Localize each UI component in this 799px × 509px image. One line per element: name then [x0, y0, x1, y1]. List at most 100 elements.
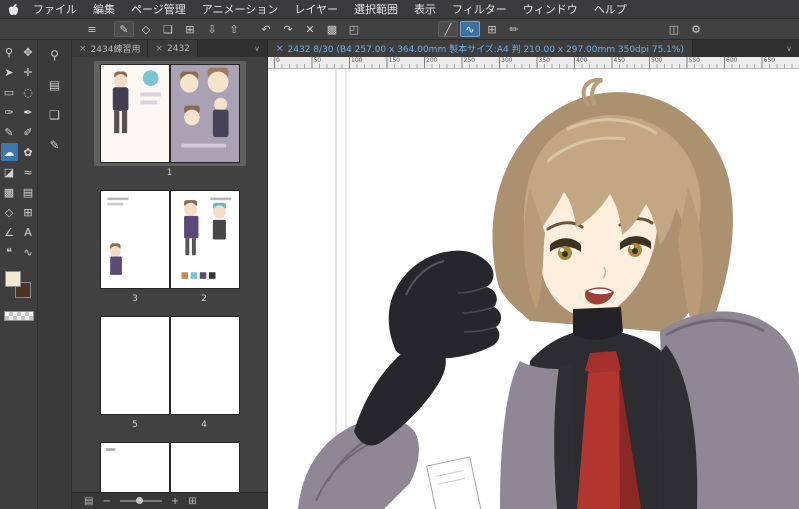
- pen-tool-icon[interactable]: ✒: [20, 103, 37, 121]
- delete-icon[interactable]: ✕: [300, 21, 320, 37]
- material-panel-icon[interactable]: ◫: [664, 21, 684, 37]
- page-spread-item[interactable]: 1: [72, 61, 267, 179]
- move-view-tool-icon[interactable]: ✥: [20, 43, 37, 61]
- menubar-item[interactable]: フィルター: [444, 1, 515, 17]
- chevron-down-icon[interactable]: ∨: [779, 44, 799, 53]
- redo-icon[interactable]: ↷: [278, 21, 298, 37]
- close-tab-icon[interactable]: ×: [79, 44, 87, 54]
- eyedropper-tool-icon[interactable]: ✑: [1, 103, 18, 121]
- page-spread-item[interactable]: [72, 439, 267, 492]
- airbrush-tool-icon[interactable]: ☁: [0, 143, 18, 161]
- thumb-zoom-out-icon[interactable]: −: [102, 496, 110, 507]
- selection-tool-icon[interactable]: ▭: [1, 83, 18, 101]
- page-thumbnail[interactable]: [99, 316, 170, 415]
- brush-tool-icon[interactable]: ✐: [20, 123, 37, 141]
- menubar-item[interactable]: ヘルプ: [586, 1, 635, 17]
- fill-tool-icon[interactable]: ▩: [1, 183, 18, 201]
- spread-view-icon[interactable]: ⊞: [188, 496, 196, 507]
- frame-border-tool-icon[interactable]: ⊞: [20, 203, 37, 221]
- page-number-label: 3: [132, 294, 138, 304]
- eraser-tool-icon[interactable]: ◪: [1, 163, 18, 181]
- close-tab-icon[interactable]: ×: [155, 44, 163, 54]
- page-thumbnail[interactable]: [169, 442, 240, 492]
- page-thumbnail[interactable]: [169, 64, 240, 163]
- ruler-label: 400: [576, 57, 588, 64]
- move-layer-tool-icon[interactable]: ✛: [20, 63, 37, 81]
- page-thumbnail[interactable]: [99, 442, 170, 492]
- menubar-item[interactable]: ページ管理: [123, 1, 194, 17]
- page-spread-item[interactable]: 32: [72, 187, 267, 305]
- import-page-icon[interactable]: ⇩: [202, 21, 222, 37]
- horizontal-ruler[interactable]: 0 50 100 150 200 250 300 350 400 450 500 550 600 650: [268, 57, 799, 69]
- export-page-icon[interactable]: ⇧: [224, 21, 244, 37]
- thumbnail-size-slider[interactable]: [119, 497, 162, 504]
- main-menu-icon[interactable]: ≡: [82, 21, 102, 37]
- transform-icon[interactable]: ◰: [344, 21, 364, 37]
- page-spread-item[interactable]: 54: [72, 313, 267, 431]
- balloon-tool-icon[interactable]: ❝: [1, 243, 18, 261]
- ruler-tool-icon[interactable]: ∠: [1, 223, 18, 241]
- menubar-item[interactable]: 選択範囲: [346, 1, 406, 17]
- page-panel-tab[interactable]: × 2434練習用: [72, 40, 149, 57]
- page-thumbnail[interactable]: [169, 190, 240, 289]
- ruler-label: 250: [463, 57, 475, 64]
- operation-tool-icon[interactable]: ➤: [1, 63, 18, 81]
- edit-page-icon[interactable]: ✎: [114, 21, 134, 37]
- artwork-illustration: [268, 69, 799, 509]
- ruler-label: 200: [426, 57, 438, 64]
- sub-tool-panel-icon[interactable]: ▤: [44, 76, 66, 94]
- page-number-label: 4: [201, 420, 207, 430]
- page-spread: [99, 190, 240, 289]
- close-tab-icon[interactable]: ×: [276, 44, 284, 54]
- page-thumbnail[interactable]: [169, 316, 240, 415]
- brush-settings-icon[interactable]: ✎: [44, 136, 66, 154]
- ruler-label: 300: [501, 57, 513, 64]
- page-panel-tab[interactable]: × 2432: [148, 40, 198, 57]
- document-tab[interactable]: × 2432 8/30 (B4 257.00 x 364.00mm 製本サイズ:…: [268, 40, 693, 57]
- figure-tool-icon[interactable]: ◇: [1, 203, 18, 221]
- color-swatches: [4, 271, 33, 303]
- ruler-label: 0: [276, 57, 280, 64]
- decoration-tool-icon[interactable]: ✿: [20, 143, 37, 161]
- chevron-down-icon[interactable]: ∨: [247, 44, 267, 53]
- page-spread-wrap: [94, 187, 246, 292]
- quick-search-icon[interactable]: ⚲: [44, 46, 66, 64]
- page-spread-wrap: [94, 439, 246, 492]
- gradient-tool-icon[interactable]: ▤: [20, 183, 37, 201]
- transparent-color-swatch[interactable]: [3, 311, 34, 321]
- menubar-item[interactable]: ウィンドウ: [515, 1, 586, 17]
- command-group: ◫ ⚙: [664, 21, 706, 37]
- page-thumbnail[interactable]: [99, 64, 170, 163]
- menubar: ファイル 編集 ページ管理 アニメーション レイヤー 選択範囲 表示 フィルター ウィンドウ ヘル…: [0, 0, 799, 19]
- menubar-item[interactable]: レイヤー: [286, 1, 346, 17]
- correction-tool-icon[interactable]: ∿: [20, 243, 37, 261]
- page-view-icon[interactable]: ▤: [84, 496, 93, 507]
- page-manager-icon[interactable]: ❏: [158, 21, 178, 37]
- menubar-item[interactable]: 表示: [406, 1, 444, 17]
- blend-tool-icon[interactable]: ≈: [20, 163, 37, 181]
- page-thumbnail[interactable]: [99, 190, 170, 289]
- menubar-item[interactable]: ファイル: [25, 1, 85, 17]
- snap-grid-icon[interactable]: ⊞: [482, 21, 502, 37]
- snap-ruler-icon[interactable]: ╱: [438, 21, 458, 37]
- pencil-tool-icon[interactable]: ✎: [1, 123, 18, 141]
- undo-icon[interactable]: ↶: [256, 21, 276, 37]
- canvas-surface[interactable]: [268, 69, 799, 509]
- workspace-settings-icon[interactable]: ⚙: [686, 21, 706, 37]
- correct-line-icon[interactable]: ✏: [504, 21, 524, 37]
- ruler-label: 100: [351, 57, 363, 64]
- main-color-swatch[interactable]: [5, 271, 21, 287]
- fill-icon[interactable]: ▩: [322, 21, 342, 37]
- command-group: ≡: [82, 21, 102, 37]
- zoom-tool-icon[interactable]: ⚲: [1, 43, 18, 61]
- snap-special-ruler-icon[interactable]: ∿: [460, 21, 480, 37]
- apple-menu-icon[interactable]: [8, 3, 19, 16]
- text-tool-icon[interactable]: A: [20, 223, 37, 241]
- menubar-item[interactable]: 編集: [85, 1, 123, 17]
- thumb-zoom-in-icon[interactable]: +: [171, 496, 179, 507]
- menubar-item[interactable]: アニメーション: [194, 1, 287, 17]
- auto-select-tool-icon[interactable]: ◌: [20, 83, 37, 101]
- new-page-icon[interactable]: ⊞: [180, 21, 200, 37]
- layer-panel-icon[interactable]: ❏: [44, 106, 66, 124]
- story-editor-icon[interactable]: ◇: [136, 21, 156, 37]
